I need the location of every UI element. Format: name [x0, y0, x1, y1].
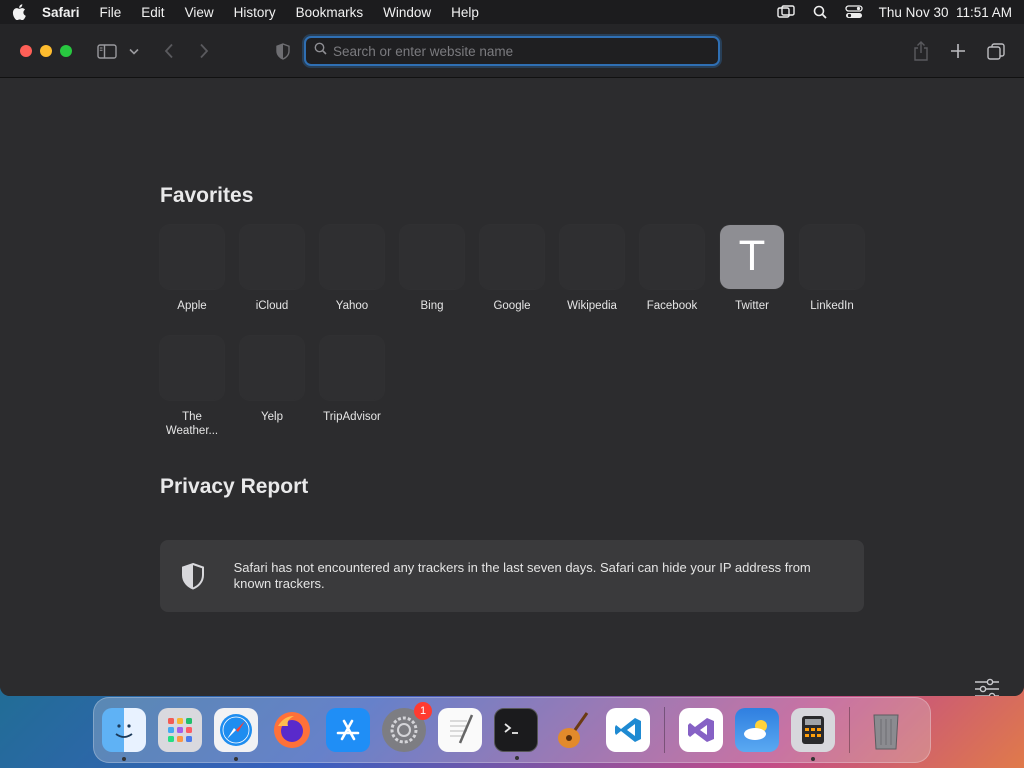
- dock-trash-icon[interactable]: [864, 708, 908, 752]
- favorite-label: Yelp: [261, 411, 283, 423]
- dock-garageband-icon[interactable]: [550, 708, 594, 752]
- forward-icon[interactable]: [193, 41, 215, 61]
- share-icon[interactable]: [910, 41, 932, 61]
- dock-safari-icon[interactable]: [214, 708, 258, 761]
- menu-bar: Safari File Edit View History Bookmarks …: [0, 0, 1024, 24]
- favorite-label: Wikipedia: [567, 300, 617, 312]
- favorite-tripadvisor[interactable]: TripAdvisor: [312, 336, 392, 424]
- dock-textedit-icon[interactable]: [438, 708, 482, 752]
- zoom-window-button[interactable]: [60, 45, 72, 57]
- privacy-report-message: Safari has not encountered any trackers …: [233, 560, 811, 591]
- search-icon: [314, 42, 327, 60]
- customize-start-page-icon[interactable]: [974, 678, 1002, 696]
- favorite-tile: [640, 225, 704, 289]
- favorite-the-weather[interactable]: The Weather...: [152, 336, 232, 438]
- dock-visual-studio-icon[interactable]: [679, 708, 723, 752]
- favorite-tile-letter: T: [720, 225, 784, 289]
- favorite-facebook[interactable]: Facebook: [632, 225, 712, 313]
- shield-icon: [160, 562, 226, 590]
- menu-history[interactable]: History: [234, 5, 276, 20]
- running-indicator: [122, 757, 126, 761]
- menu-help[interactable]: Help: [451, 5, 479, 20]
- favorite-tile: [480, 225, 544, 289]
- favorite-label: Yahoo: [335, 300, 369, 312]
- close-window-button[interactable]: [20, 45, 32, 57]
- favorite-label: Google: [493, 300, 531, 312]
- favorite-label: Apple: [177, 300, 207, 312]
- dock-finder-icon[interactable]: [102, 708, 146, 761]
- running-indicator: [515, 756, 519, 760]
- menu-view[interactable]: View: [185, 5, 214, 20]
- dock-system-settings-icon[interactable]: 1: [382, 702, 432, 752]
- favorite-linkedin[interactable]: LinkedIn: [792, 225, 872, 313]
- spotlight-search-icon[interactable]: [811, 4, 829, 20]
- favorites-heading: Favorites: [160, 184, 254, 207]
- dock-separator: [849, 707, 850, 753]
- new-tab-icon[interactable]: [947, 41, 969, 61]
- favorite-wikipedia[interactable]: Wikipedia: [552, 225, 632, 313]
- control-center-icon[interactable]: [845, 4, 863, 20]
- favorite-twitter[interactable]: T Twitter: [712, 225, 792, 313]
- favorite-icloud[interactable]: iCloud: [232, 225, 312, 313]
- favorite-tile: [400, 225, 464, 289]
- privacy-report-heading: Privacy Report: [160, 475, 309, 498]
- safari-toolbar: [0, 24, 1024, 78]
- back-icon[interactable]: [158, 41, 180, 61]
- start-page: Favorites Apple iCloud Yahoo Bing Google…: [0, 78, 1024, 696]
- menu-file[interactable]: File: [100, 5, 122, 20]
- favorite-label: Twitter: [735, 300, 769, 312]
- favorite-tile: [160, 336, 224, 400]
- favorite-label: The Weather...: [165, 411, 219, 437]
- dock-weather-icon[interactable]: [735, 708, 779, 752]
- running-indicator: [811, 757, 815, 761]
- favorite-apple[interactable]: Apple: [152, 225, 232, 313]
- sidebar-toggle-icon[interactable]: [96, 41, 118, 61]
- favorite-tile: [160, 225, 224, 289]
- favorite-tile: [240, 336, 304, 400]
- favorite-label: TripAdvisor: [323, 411, 381, 423]
- favorite-yelp[interactable]: Yelp: [232, 336, 312, 424]
- chevron-down-icon[interactable]: [126, 41, 142, 61]
- menu-bookmarks[interactable]: Bookmarks: [296, 5, 364, 20]
- menu-window[interactable]: Window: [383, 5, 431, 20]
- running-indicator: [234, 757, 238, 761]
- safari-window: Favorites Apple iCloud Yahoo Bing Google…: [0, 24, 1024, 696]
- dock-launchpad-icon[interactable]: [158, 708, 202, 752]
- menu-clock[interactable]: Thu Nov 30 11:51 AM: [879, 5, 1012, 20]
- favorite-label: LinkedIn: [810, 300, 854, 312]
- favorite-tile: [320, 336, 384, 400]
- dock: 1: [93, 697, 931, 763]
- favorite-label: Facebook: [646, 300, 698, 312]
- favorite-tile: [800, 225, 864, 289]
- favorite-tile: [320, 225, 384, 289]
- window-controls: [20, 45, 72, 57]
- dock-calculator-icon[interactable]: [791, 708, 835, 761]
- dock-app-store-icon[interactable]: [326, 708, 370, 752]
- dock-firefox-icon[interactable]: [270, 708, 314, 752]
- dock-separator: [664, 707, 665, 753]
- favorite-tile: [240, 225, 304, 289]
- favorite-label: Bing: [420, 300, 444, 312]
- minimize-window-button[interactable]: [40, 45, 52, 57]
- address-bar[interactable]: [304, 36, 720, 66]
- dock-vscode-icon[interactable]: [606, 708, 650, 752]
- screen-mirroring-icon[interactable]: [776, 4, 795, 20]
- favorite-yahoo[interactable]: Yahoo: [312, 225, 392, 313]
- favorite-label: iCloud: [255, 300, 289, 312]
- dock-terminal-icon[interactable]: [494, 708, 538, 760]
- tab-overview-icon[interactable]: [985, 41, 1007, 61]
- search-input[interactable]: [333, 43, 703, 59]
- favorite-bing[interactable]: Bing: [392, 225, 472, 313]
- favorite-google[interactable]: Google: [472, 225, 552, 313]
- favorite-tile: [560, 225, 624, 289]
- notification-badge: 1: [414, 702, 432, 720]
- apple-menu-icon[interactable]: [12, 4, 28, 20]
- privacy-shield-icon[interactable]: [272, 41, 294, 61]
- privacy-report-card[interactable]: Safari has not encountered any trackers …: [160, 540, 864, 612]
- menu-app-name[interactable]: Safari: [42, 5, 80, 20]
- menu-edit[interactable]: Edit: [141, 5, 164, 20]
